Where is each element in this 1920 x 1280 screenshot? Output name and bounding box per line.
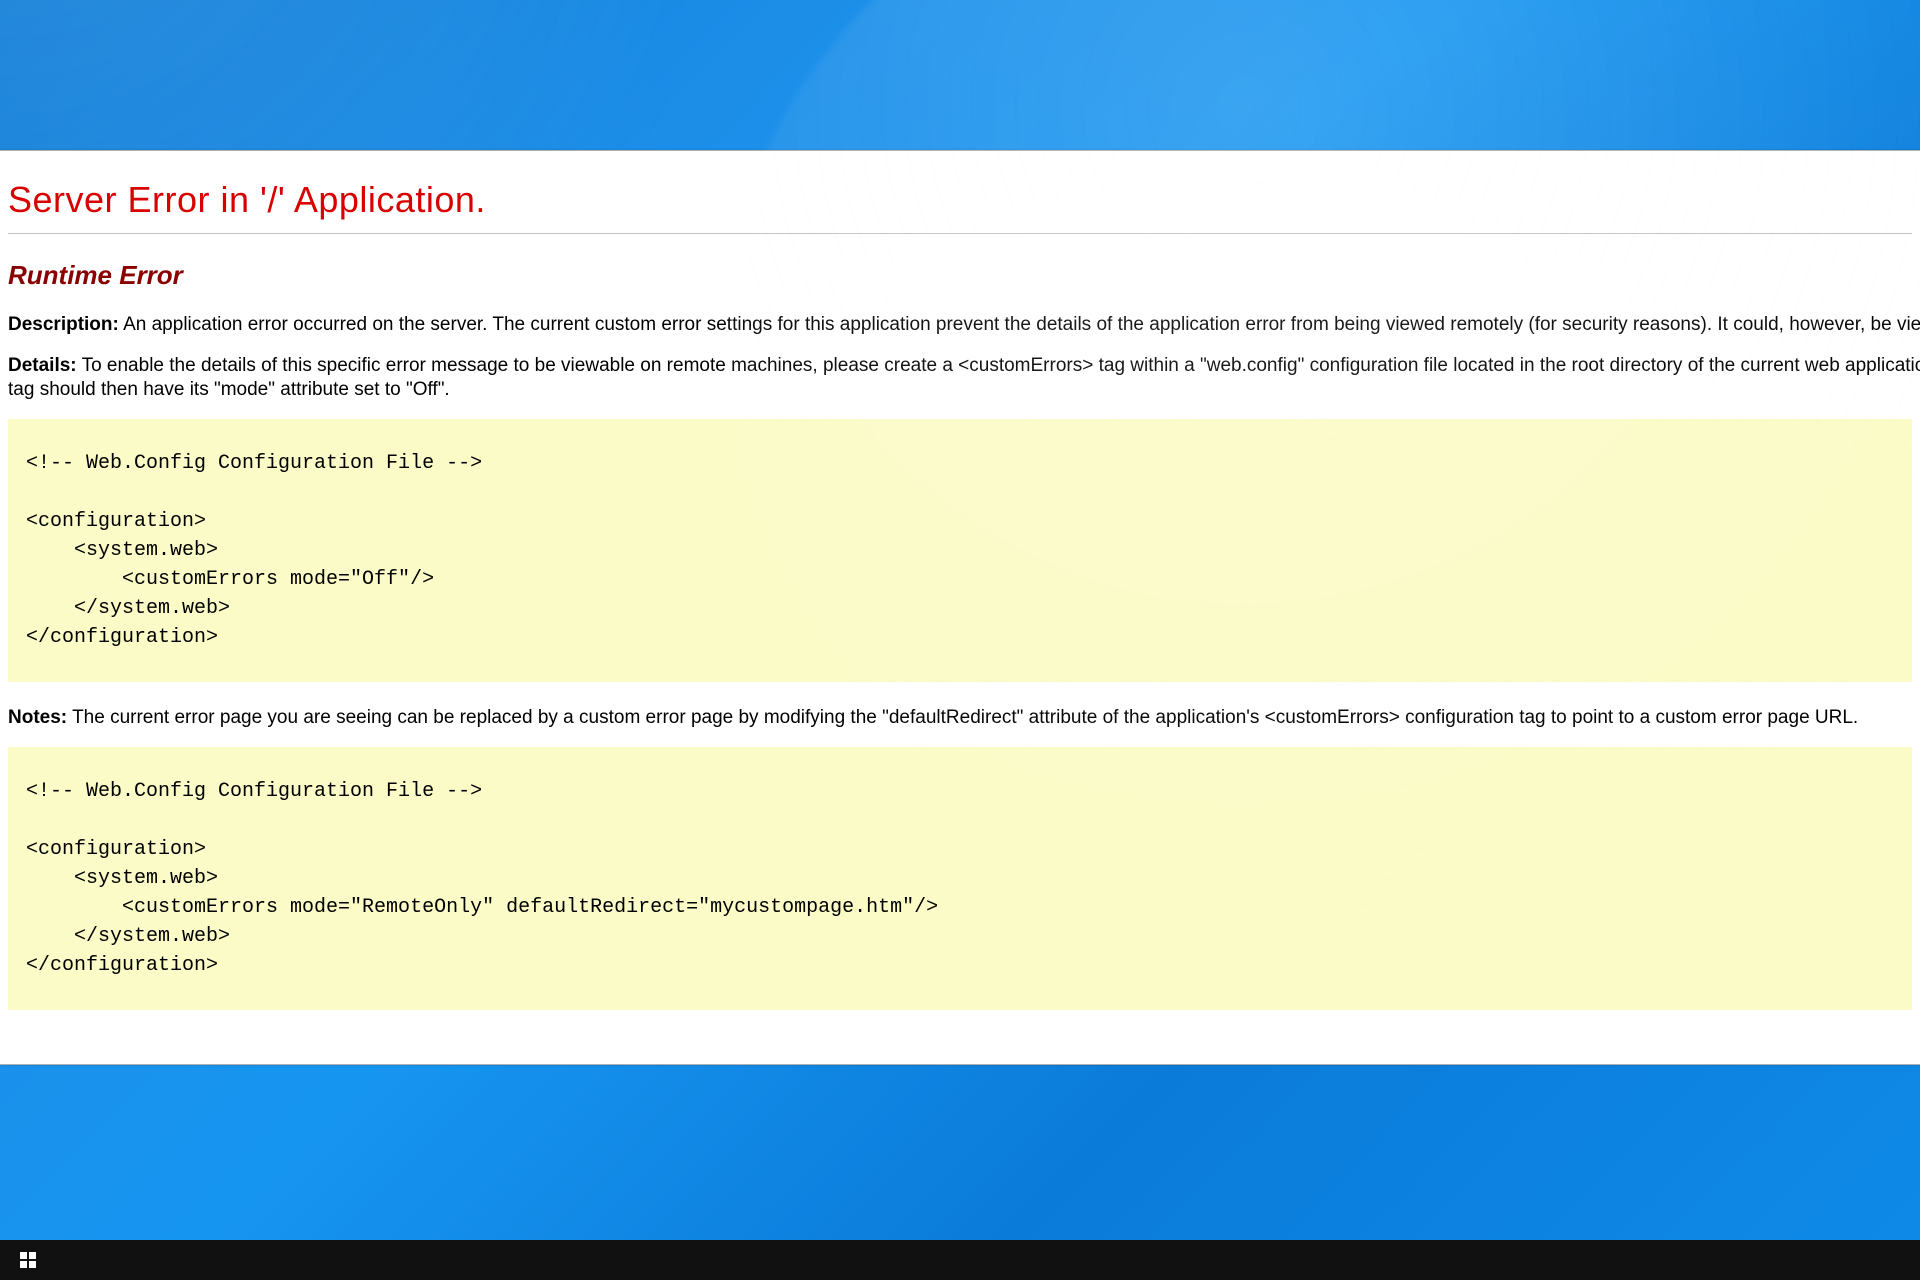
details-label: Details: [8, 355, 77, 376]
notes-paragraph: Notes: The current error page you are se… [8, 706, 1912, 731]
page-title: Server Error in '/' Application. [8, 179, 1912, 221]
notes-label: Notes: [8, 707, 67, 728]
description-label: Description: [8, 314, 119, 335]
code-sample-off: <!-- Web.Config Configuration File --> <… [8, 419, 1912, 682]
details-paragraph: Details: To enable the details of this s… [8, 354, 1920, 403]
start-button[interactable] [4, 1240, 52, 1280]
code-sample-remoteonly: <!-- Web.Config Configuration File --> <… [8, 747, 1912, 1010]
windows-logo-icon [20, 1252, 36, 1268]
divider [8, 233, 1912, 234]
taskbar[interactable] [0, 1240, 1920, 1280]
details-text: To enable the details of this specific e… [8, 355, 1920, 401]
description-text: An application error occurred on the ser… [123, 314, 1920, 335]
error-subtitle: Runtime Error [8, 260, 1912, 291]
browser-window: Server Error in '/' Application. Runtime… [0, 150, 1920, 1065]
notes-text: The current error page you are seeing ca… [72, 707, 1858, 728]
desktop-wallpaper: Server Error in '/' Application. Runtime… [0, 0, 1920, 1280]
error-page-body: Server Error in '/' Application. Runtime… [0, 151, 1920, 1064]
description-paragraph: Description: An application error occurr… [8, 313, 1920, 338]
